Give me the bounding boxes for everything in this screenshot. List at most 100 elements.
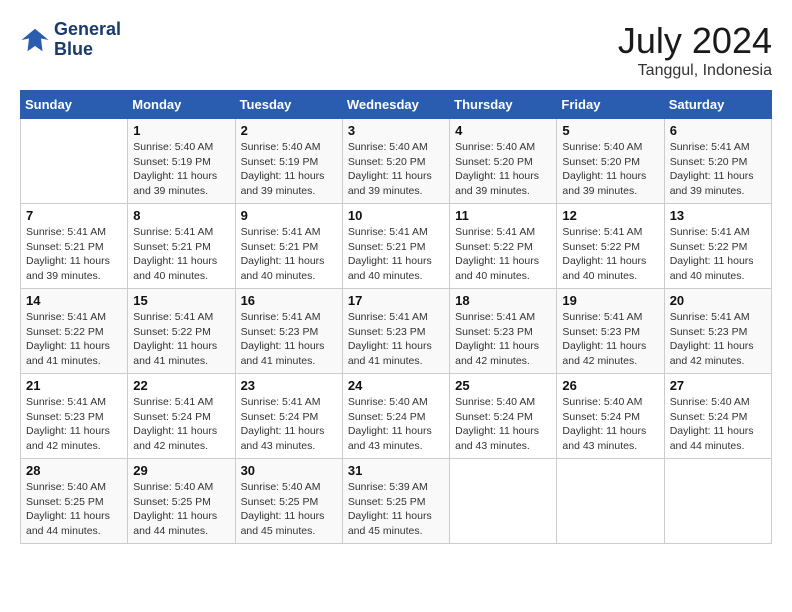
calendar-cell: 5Sunrise: 5:40 AMSunset: 5:20 PMDaylight… (557, 119, 664, 204)
day-info: Sunrise: 5:41 AMSunset: 5:23 PMDaylight:… (562, 310, 658, 369)
calendar-cell: 11 Sunrise: 5:41 AMSunset: 5:22 PMDayligh… (450, 204, 557, 289)
day-info: Sunrise: 5:41 AMSunset: 5:24 PMDaylight:… (133, 395, 229, 454)
day-info: Sunrise: 5:41 AMSunset: 5:23 PMDaylight:… (241, 310, 337, 369)
calendar-cell: 3 Sunrise: 5:40 AMSunset: 5:20 PMDaylight… (342, 119, 449, 204)
day-info: Sunrise: 5:41 AMSunset: 5:22 PMDaylight:… (562, 225, 658, 284)
calendar-cell: 26 Sunrise: 5:40 AMSunset: 5:24 PMDayligh… (557, 374, 664, 459)
calendar-cell: 30Sunrise: 5:40 AMSunset: 5:25 PMDayligh… (235, 459, 342, 544)
day-number: 6 (670, 123, 766, 138)
calendar-cell: 28 Sunrise: 5:40 AMSunset: 5:25 PMDayligh… (21, 459, 128, 544)
day-number: 13 (670, 208, 766, 223)
day-number: 11 (455, 208, 551, 223)
logo-text: General Blue (54, 20, 121, 60)
calendar-cell: 14Sunrise: 5:41 AMSunset: 5:22 PMDayligh… (21, 289, 128, 374)
day-number: 20 (670, 293, 766, 308)
calendar-week-row: 1 Sunrise: 5:40 AMSunset: 5:19 PMDaylight… (21, 119, 772, 204)
logo: General Blue (20, 20, 121, 60)
day-info: Sunrise: 5:40 AMSunset: 5:24 PMDaylight:… (562, 395, 658, 454)
calendar-cell: 24 Sunrise: 5:40 AMSunset: 5:24 PMDayligh… (342, 374, 449, 459)
day-number: 27 (670, 378, 766, 393)
calendar-cell (21, 119, 128, 204)
calendar-table: SundayMondayTuesdayWednesdayThursdayFrid… (20, 90, 772, 544)
calendar-cell: 1 Sunrise: 5:40 AMSunset: 5:19 PMDaylight… (128, 119, 235, 204)
calendar-cell (557, 459, 664, 544)
location-title: Tanggul, Indonesia (618, 62, 772, 80)
calendar-cell: 13 Sunrise: 5:41 AMSunset: 5:22 PMDayligh… (664, 204, 771, 289)
day-number: 25 (455, 378, 551, 393)
day-number: 14 (26, 293, 122, 308)
title-block: July 2024 Tanggul, Indonesia (618, 20, 772, 80)
day-info: Sunrise: 5:41 AMSunset: 5:22 PMDaylight:… (133, 310, 229, 369)
day-info: Sunrise: 5:40 AMSunset: 5:25 PMDaylight:… (26, 480, 122, 539)
day-info: Sunrise: 5:40 AMSunset: 5:24 PMDaylight:… (670, 395, 766, 454)
day-number: 28 (26, 463, 122, 478)
day-info: Sunrise: 5:41 AMSunset: 5:24 PMDaylight:… (241, 395, 337, 454)
day-number: 19 (562, 293, 658, 308)
day-number: 24 (348, 378, 444, 393)
calendar-cell: 7 Sunrise: 5:41 AMSunset: 5:21 PMDaylight… (21, 204, 128, 289)
column-header-friday: Friday (557, 91, 664, 119)
calendar-cell: 9Sunrise: 5:41 AMSunset: 5:21 PMDaylight… (235, 204, 342, 289)
day-info: Sunrise: 5:40 AMSunset: 5:25 PMDaylight:… (241, 480, 337, 539)
day-info: Sunrise: 5:41 AMSunset: 5:23 PMDaylight:… (670, 310, 766, 369)
page-header: General Blue July 2024 Tanggul, Indonesi… (20, 20, 772, 80)
day-info: Sunrise: 5:41 AMSunset: 5:20 PMDaylight:… (670, 140, 766, 199)
calendar-body: 1 Sunrise: 5:40 AMSunset: 5:19 PMDaylight… (21, 119, 772, 544)
calendar-cell: 2 Sunrise: 5:40 AMSunset: 5:19 PMDaylight… (235, 119, 342, 204)
day-number: 26 (562, 378, 658, 393)
day-info: Sunrise: 5:41 AMSunset: 5:23 PMDaylight:… (455, 310, 551, 369)
day-number: 1 (133, 123, 229, 138)
day-info: Sunrise: 5:39 AMSunset: 5:25 PMDaylight:… (348, 480, 444, 539)
calendar-cell: 20 Sunrise: 5:41 AMSunset: 5:23 PMDayligh… (664, 289, 771, 374)
column-header-tuesday: Tuesday (235, 91, 342, 119)
day-info: Sunrise: 5:40 AMSunset: 5:24 PMDaylight:… (455, 395, 551, 454)
day-info: Sunrise: 5:41 AMSunset: 5:21 PMDaylight:… (26, 225, 122, 284)
day-number: 8 (133, 208, 229, 223)
day-info: Sunrise: 5:40 AMSunset: 5:20 PMDaylight:… (455, 140, 551, 199)
calendar-cell: 17Sunrise: 5:41 AMSunset: 5:23 PMDayligh… (342, 289, 449, 374)
calendar-cell: 27 Sunrise: 5:40 AMSunset: 5:24 PMDayligh… (664, 374, 771, 459)
day-info: Sunrise: 5:41 AMSunset: 5:21 PMDaylight:… (241, 225, 337, 284)
day-number: 29 (133, 463, 229, 478)
day-info: Sunrise: 5:40 AMSunset: 5:19 PMDaylight:… (241, 140, 337, 199)
calendar-week-row: 14 Sunrise: 5:41 AMSunset: 5:22 PMDayligh… (21, 289, 772, 374)
day-number: 17 (348, 293, 444, 308)
calendar-cell: 18Sunrise: 5:41 AMSunset: 5:23 PMDayligh… (450, 289, 557, 374)
calendar-cell: 4Sunrise: 5:40 AMSunset: 5:20 PMDaylight… (450, 119, 557, 204)
day-number: 3 (348, 123, 444, 138)
calendar-cell: 10Sunrise: 5:41 AMSunset: 5:21 PMDayligh… (342, 204, 449, 289)
day-info: Sunrise: 5:41 AMSunset: 5:21 PMDaylight:… (348, 225, 444, 284)
month-year-title: July 2024 (618, 20, 772, 62)
day-info: Sunrise: 5:40 AMSunset: 5:24 PMDaylight:… (348, 395, 444, 454)
day-info: Sunrise: 5:41 AMSunset: 5:22 PMDaylight:… (670, 225, 766, 284)
calendar-week-row: 28 Sunrise: 5:40 AMSunset: 5:25 PMDayligh… (21, 459, 772, 544)
day-info: Sunrise: 5:40 AMSunset: 5:20 PMDaylight:… (348, 140, 444, 199)
calendar-cell: 29Sunrise: 5:40 AMSunset: 5:25 PMDayligh… (128, 459, 235, 544)
calendar-week-row: 21Sunrise: 5:41 AMSunset: 5:23 PMDayligh… (21, 374, 772, 459)
calendar-cell: 21Sunrise: 5:41 AMSunset: 5:23 PMDayligh… (21, 374, 128, 459)
logo-icon (20, 25, 50, 55)
column-header-saturday: Saturday (664, 91, 771, 119)
calendar-cell: 12 Sunrise: 5:41 AMSunset: 5:22 PMDayligh… (557, 204, 664, 289)
day-number: 2 (241, 123, 337, 138)
calendar-week-row: 7 Sunrise: 5:41 AMSunset: 5:21 PMDaylight… (21, 204, 772, 289)
day-info: Sunrise: 5:41 AMSunset: 5:22 PMDaylight:… (455, 225, 551, 284)
calendar-cell: 19 Sunrise: 5:41 AMSunset: 5:23 PMDayligh… (557, 289, 664, 374)
column-header-thursday: Thursday (450, 91, 557, 119)
calendar-cell: 31Sunrise: 5:39 AMSunset: 5:25 PMDayligh… (342, 459, 449, 544)
calendar-cell (450, 459, 557, 544)
day-info: Sunrise: 5:41 AMSunset: 5:23 PMDaylight:… (26, 395, 122, 454)
calendar-cell (664, 459, 771, 544)
day-number: 12 (562, 208, 658, 223)
calendar-cell: 23 Sunrise: 5:41 AMSunset: 5:24 PMDayligh… (235, 374, 342, 459)
day-number: 15 (133, 293, 229, 308)
calendar-cell: 8 Sunrise: 5:41 AMSunset: 5:21 PMDaylight… (128, 204, 235, 289)
calendar-header-row: SundayMondayTuesdayWednesdayThursdayFrid… (21, 91, 772, 119)
day-number: 23 (241, 378, 337, 393)
calendar-cell: 25 Sunrise: 5:40 AMSunset: 5:24 PMDayligh… (450, 374, 557, 459)
day-info: Sunrise: 5:40 AMSunset: 5:19 PMDaylight:… (133, 140, 229, 199)
day-number: 5 (562, 123, 658, 138)
day-number: 7 (26, 208, 122, 223)
day-info: Sunrise: 5:41 AMSunset: 5:21 PMDaylight:… (133, 225, 229, 284)
day-number: 16 (241, 293, 337, 308)
